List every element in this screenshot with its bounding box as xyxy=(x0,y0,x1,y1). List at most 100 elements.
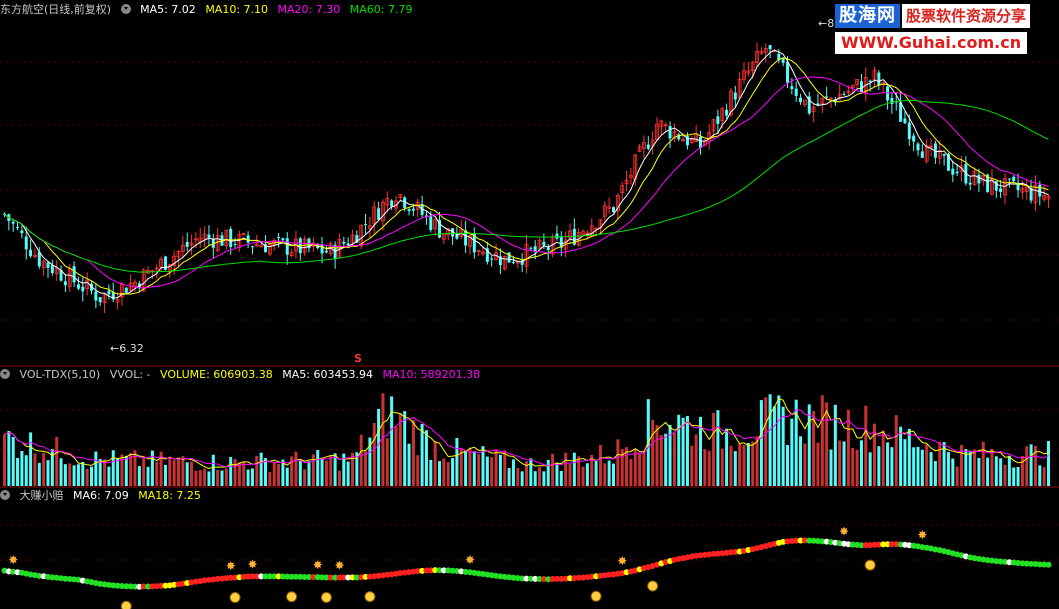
volume-bar xyxy=(685,416,689,486)
volume-bar xyxy=(790,418,794,486)
volume-bar xyxy=(542,471,546,486)
volume-bar xyxy=(707,451,711,486)
volume-bar xyxy=(37,462,41,486)
volume-bar xyxy=(455,437,459,486)
indicator-panel-header: 大赚小赔 MA6: 7.09 MA18: 7.25 xyxy=(0,488,207,504)
candle-body xyxy=(281,238,285,240)
volume-bar xyxy=(877,446,881,486)
candle-body xyxy=(490,258,494,260)
high-price-label: ←8 xyxy=(818,17,834,30)
volume-bar xyxy=(786,445,789,486)
candle-body xyxy=(207,234,211,238)
volume-bar xyxy=(664,433,668,486)
volume-bar xyxy=(742,445,746,486)
buy-figure-icon: ✸ xyxy=(839,525,849,539)
volume-bar xyxy=(398,413,402,486)
candle-body xyxy=(94,291,98,301)
volume-bar xyxy=(899,426,903,486)
candle-body xyxy=(842,93,846,95)
buy-figure-icon: ✸ xyxy=(465,553,475,567)
candle-body xyxy=(76,284,80,289)
volume-bar xyxy=(920,449,924,486)
volume-bar xyxy=(1038,465,1042,486)
volume-bar xyxy=(946,452,950,486)
volume-bar xyxy=(224,468,228,486)
vol-ma10-label: MA10: 589201.38 xyxy=(382,368,481,381)
volume-bar xyxy=(516,467,520,486)
money-bag-icon xyxy=(590,590,602,602)
volume-bar xyxy=(990,448,994,486)
volume-bar xyxy=(642,451,646,486)
volume-bar xyxy=(538,467,542,486)
volume-bar xyxy=(607,460,611,486)
volume-bar xyxy=(103,459,107,486)
candle-body xyxy=(725,109,729,116)
volume-bar xyxy=(677,414,681,486)
money-bag-icon xyxy=(364,591,376,603)
volume-bar xyxy=(1029,444,1033,486)
candle-body xyxy=(555,233,559,239)
volume-bar xyxy=(994,456,998,486)
volume-bar xyxy=(1007,455,1011,486)
volume-bar xyxy=(268,471,272,486)
volume-bar xyxy=(242,461,246,486)
volume-bar xyxy=(277,464,281,486)
volume-bar xyxy=(759,400,763,486)
volume-bar xyxy=(1003,464,1007,486)
volume-bar xyxy=(672,432,676,486)
candle-body xyxy=(1012,176,1016,181)
volume-bar xyxy=(859,440,863,486)
candle-body xyxy=(429,215,433,231)
volume-bar xyxy=(585,463,589,486)
volume-bar xyxy=(768,394,772,486)
volume-bar xyxy=(777,395,781,486)
candle-body xyxy=(407,209,411,212)
volume-bar xyxy=(690,445,694,486)
main-panel-header: 东方航空(日线,前复权) MA5: 7.02 MA10: 7.10 MA20: … xyxy=(0,2,418,18)
volume-bar xyxy=(533,471,537,486)
dropdown-circle-icon[interactable] xyxy=(120,4,131,14)
volume-bar xyxy=(925,443,929,486)
candle-body xyxy=(81,286,85,292)
guhai-logo: 股海网 股票软件资源分享 WWW.Guhai.com.cn xyxy=(835,2,1057,56)
candle-body xyxy=(716,116,720,124)
money-bag-icon xyxy=(320,591,332,603)
ind-name: 大赚小赔 xyxy=(19,489,64,502)
dropdown-circle-icon[interactable] xyxy=(0,369,10,379)
candle-body xyxy=(542,241,546,246)
volume-bar xyxy=(781,406,785,486)
volume-bar xyxy=(451,458,455,486)
volume-bar xyxy=(851,447,855,486)
volume-bar xyxy=(438,461,441,486)
candle-body xyxy=(533,246,537,252)
volume-bar xyxy=(459,448,463,486)
volume-bar xyxy=(977,458,981,486)
candle-body xyxy=(877,72,881,86)
volume-bar xyxy=(316,450,320,486)
candle-body xyxy=(916,143,920,151)
candle-body xyxy=(546,247,550,251)
volume-bar xyxy=(681,417,685,486)
buy-figure-icon: ✸ xyxy=(334,559,344,573)
candle-body xyxy=(1038,184,1042,197)
volume-bar xyxy=(655,424,659,486)
volume-bar xyxy=(803,443,807,486)
candle-body xyxy=(799,97,803,103)
volume-bar xyxy=(163,464,167,486)
volume-bar xyxy=(807,404,811,486)
volume-bar xyxy=(303,469,307,486)
candle-body xyxy=(886,86,890,101)
volume-bar xyxy=(603,463,607,486)
volume-bar xyxy=(294,451,298,486)
volume-bar xyxy=(394,426,398,486)
candle-body xyxy=(868,80,872,82)
candle-body xyxy=(1007,178,1011,180)
volume-bar xyxy=(955,466,959,486)
candle-body xyxy=(29,249,33,257)
candle-body xyxy=(24,236,28,250)
volume-bar xyxy=(81,461,85,486)
volume-bar xyxy=(829,449,833,486)
main-title: 东方航空(日线,前复权) xyxy=(0,3,112,16)
volume-bar xyxy=(825,402,829,486)
dropdown-circle-icon[interactable] xyxy=(0,490,10,500)
